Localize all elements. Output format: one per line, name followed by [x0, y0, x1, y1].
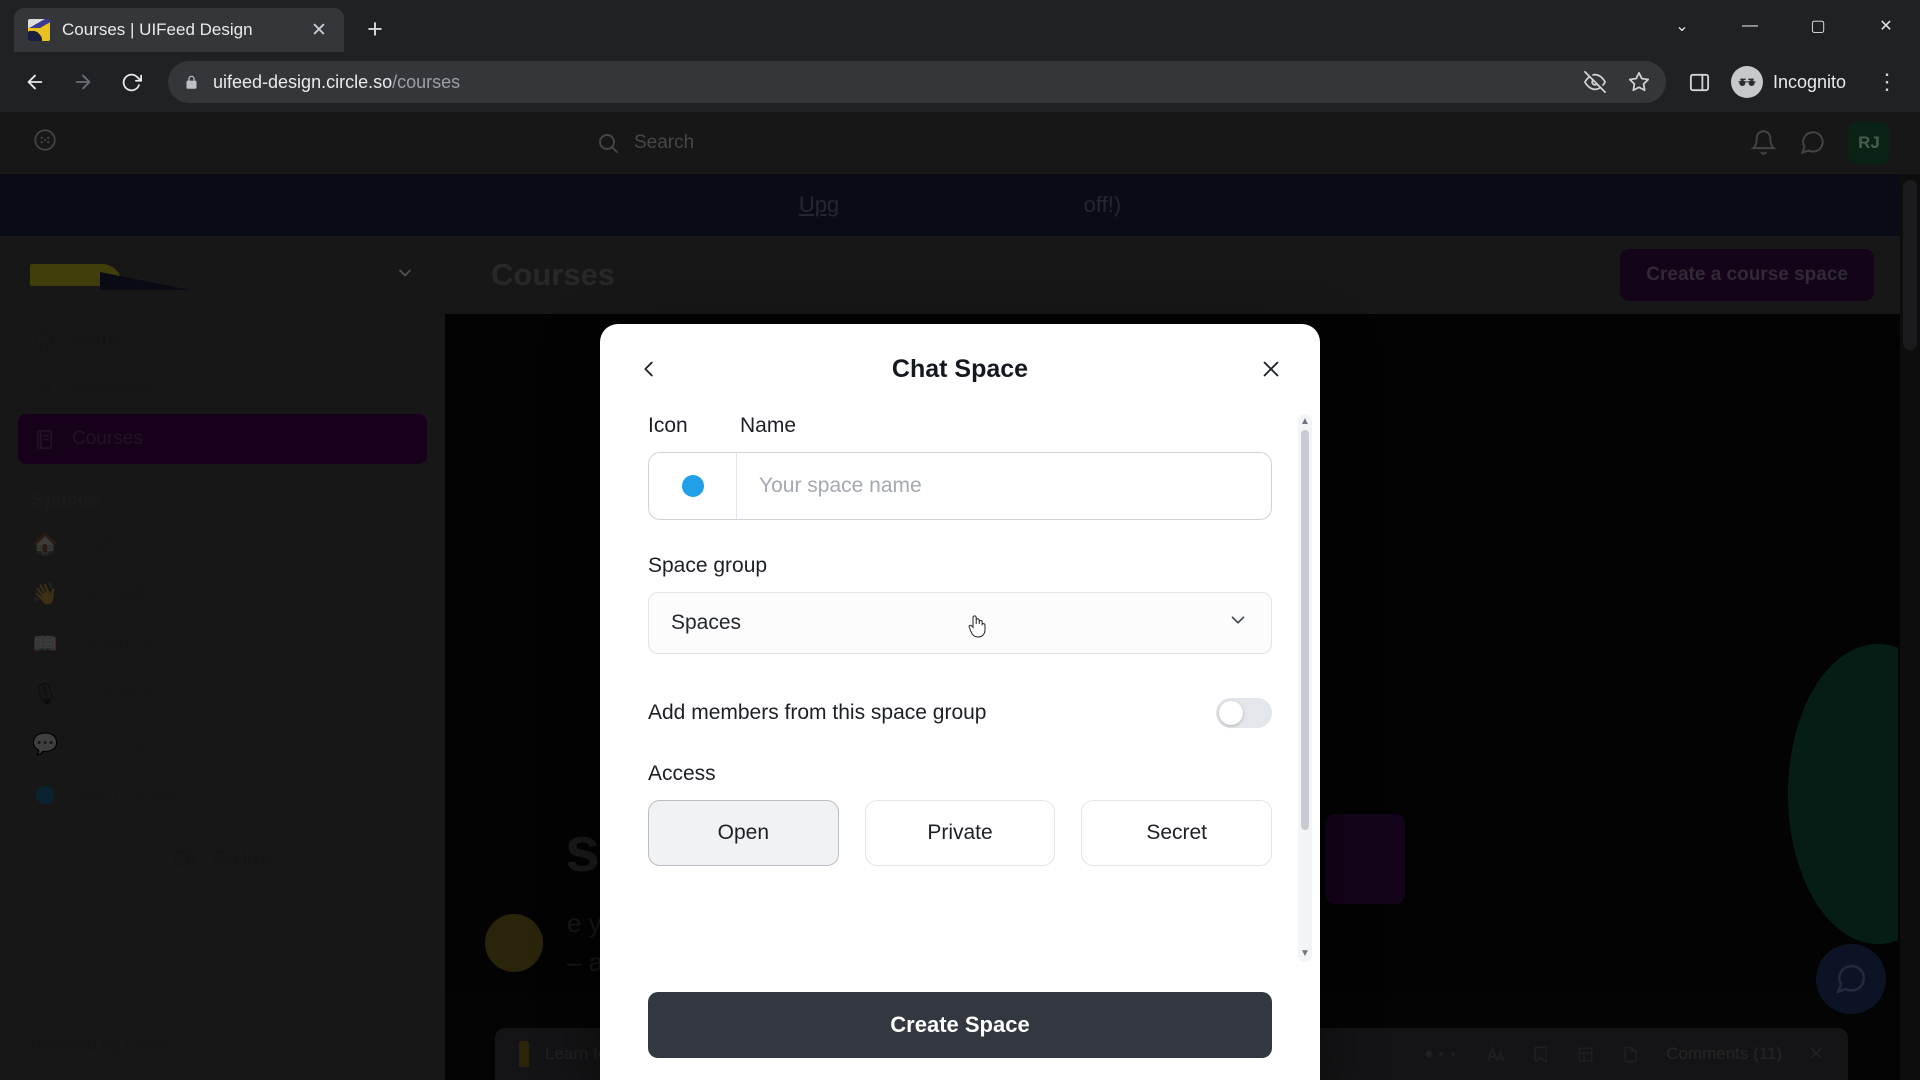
maximize-button[interactable]: ▢	[1784, 0, 1852, 52]
add-members-row: Add members from this space group	[648, 698, 1272, 728]
tab-search-icon[interactable]: ⌄	[1648, 0, 1716, 52]
incognito-indicator[interactable]: Incognito	[1723, 62, 1862, 102]
omnibox-actions	[1583, 71, 1650, 93]
access-options: Open Private Secret	[648, 800, 1273, 866]
chat-space-modal: Chat Space Icon Name Space group Spaces	[600, 324, 1320, 1080]
access-label: Access	[648, 762, 716, 785]
space-name-row	[648, 452, 1272, 520]
modal-title: Chat Space	[891, 354, 1029, 383]
browser-toolbar: uifeed-design.circle.so/courses Incognit…	[0, 52, 1920, 112]
access-option-open[interactable]: Open	[648, 800, 839, 866]
modal-scrollbar-track[interactable]	[1298, 430, 1312, 946]
space-group-label: Space group	[648, 554, 768, 577]
space-icon-picker[interactable]	[649, 453, 737, 519]
scroll-down-arrow-icon[interactable]: ▼	[1300, 946, 1310, 962]
space-group-value: Spaces	[671, 611, 742, 634]
chevron-down-icon	[1227, 609, 1249, 637]
lock-icon	[184, 75, 199, 90]
name-field-labels: Icon Name	[648, 414, 1272, 438]
name-field-label: Name	[740, 414, 797, 437]
address-bar[interactable]: uifeed-design.circle.so/courses	[168, 61, 1666, 103]
reload-button[interactable]	[110, 61, 152, 103]
browser-chrome: Courses | UIFeed Design ✕ + ⌄ — ▢ ✕ uife…	[0, 0, 1920, 112]
space-group-select[interactable]: Spaces	[648, 592, 1272, 654]
modal-scrollbar-thumb[interactable]	[1301, 430, 1309, 830]
favicon-icon	[28, 19, 50, 41]
close-icon[interactable]	[1252, 350, 1290, 388]
chevron-left-icon[interactable]	[630, 350, 668, 388]
new-tab-button[interactable]: +	[354, 8, 396, 50]
browser-menu-icon[interactable]: ⋮	[1868, 69, 1906, 95]
access-option-private[interactable]: Private	[864, 800, 1056, 866]
scroll-up-arrow-icon[interactable]: ▲	[1300, 414, 1310, 430]
access-option-secret[interactable]: Secret	[1081, 800, 1273, 866]
modal-header: Chat Space	[600, 324, 1320, 414]
close-icon[interactable]: ✕	[306, 17, 332, 43]
side-panel-icon[interactable]	[1688, 71, 1711, 94]
add-members-label: Add members from this space group	[648, 701, 987, 724]
icon-field-label: Icon	[648, 414, 688, 437]
add-members-toggle[interactable]	[1216, 698, 1272, 728]
incognito-glasses-icon	[1730, 66, 1763, 98]
star-icon[interactable]	[1628, 71, 1650, 93]
create-space-button[interactable]: Create Space	[648, 992, 1272, 1058]
back-button[interactable]	[14, 61, 56, 103]
incognito-label: Incognito	[1772, 71, 1846, 92]
space-name-input[interactable]	[737, 453, 1271, 519]
forward-button[interactable]	[62, 61, 104, 103]
browser-tab[interactable]: Courses | UIFeed Design ✕	[14, 8, 344, 52]
web-page: Search RJ Upg off!)	[0, 112, 1920, 1080]
minimize-button[interactable]: —	[1716, 0, 1784, 52]
blue-dot-icon	[681, 475, 704, 497]
modal-scrollbar[interactable]: ▲ ▼	[1298, 414, 1312, 962]
url-text: uifeed-design.circle.so/courses	[213, 72, 460, 93]
window-controls: ⌄ — ▢ ✕	[1648, 0, 1920, 52]
window-close-button[interactable]: ✕	[1852, 0, 1920, 52]
tab-strip: Courses | UIFeed Design ✕ + ⌄ — ▢ ✕	[0, 0, 1920, 52]
toggle-knob	[1219, 701, 1243, 725]
tab-title: Courses | UIFeed Design	[62, 20, 253, 39]
url-path: /courses	[392, 71, 461, 92]
modal-footer: Create Space	[600, 968, 1320, 1080]
url-domain: uifeed-design.circle.so	[213, 71, 393, 92]
eye-off-icon[interactable]	[1583, 71, 1606, 93]
modal-body: Icon Name Space group Spaces Add members…	[600, 414, 1320, 968]
